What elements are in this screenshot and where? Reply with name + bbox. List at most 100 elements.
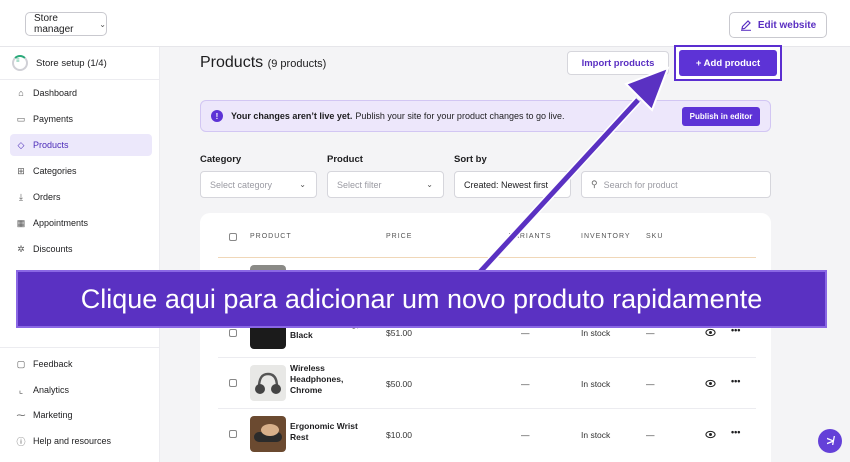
chat-icon: ▢ xyxy=(16,358,26,369)
eye-icon[interactable] xyxy=(705,429,716,440)
category-placeholder: Select category xyxy=(210,179,273,190)
column-header-variants: VARIANTS xyxy=(509,233,552,240)
sidebar-item-discounts[interactable]: ✲ Discounts xyxy=(10,238,152,260)
sidebar-item-products[interactable]: ◇ Products xyxy=(10,134,152,156)
store-selector[interactable]: Store manager ⌄ xyxy=(25,12,107,36)
sidebar-item-appointments[interactable]: ▦ Appointments xyxy=(10,212,152,234)
sidebar-item-categories[interactable]: ⊞ Categories xyxy=(10,160,152,182)
product-filter-select[interactable]: Select filter ⌄ xyxy=(327,171,444,198)
product-variants: — xyxy=(521,379,530,389)
product-inventory: In stock xyxy=(581,379,611,389)
calendar-icon: ▦ xyxy=(16,217,26,228)
sidebar-item-label: Help and resources xyxy=(33,436,112,446)
category-select[interactable]: Select category ⌄ xyxy=(200,171,317,198)
add-product-highlight: + Add product xyxy=(674,45,782,81)
product-name-line: Headphones, xyxy=(290,374,344,384)
product-inventory: In stock xyxy=(581,328,611,338)
product-sku: — xyxy=(646,328,655,338)
top-bar: Store manager ⌄ Edit website xyxy=(0,0,850,47)
progress-ring-icon: ≡ xyxy=(12,55,28,71)
store-setup[interactable]: ≡ Store setup (1/4) xyxy=(12,55,107,71)
product-name[interactable]: Ergonomic Wrist Rest xyxy=(290,421,365,443)
sidebar-item-orders[interactable]: ⤓ Orders xyxy=(10,186,152,208)
card-icon: ▭ xyxy=(16,113,26,124)
more-options-icon[interactable]: ••• xyxy=(731,427,740,437)
product-name[interactable]: Wireless Headphones, Chrome xyxy=(290,363,365,396)
select-all-checkbox[interactable] xyxy=(229,233,237,241)
eye-icon[interactable] xyxy=(705,327,716,338)
product-name-line: Wireless xyxy=(290,363,325,373)
row-checkbox[interactable] xyxy=(229,379,237,387)
chart-icon: ⌞ xyxy=(18,384,24,395)
row-divider xyxy=(218,408,756,409)
sidebar: ≡ Store setup (1/4) ⌂ Dashboard ▭ Paymen… xyxy=(0,47,160,462)
trend-icon: ⁓ xyxy=(16,409,26,420)
download-icon: ⤓ xyxy=(19,191,23,202)
sidebar-item-help[interactable]: ⓘ Help and resources xyxy=(10,430,152,452)
info-icon: ! xyxy=(211,110,223,122)
publish-in-editor-button[interactable]: Publish in editor xyxy=(682,107,760,126)
sort-select[interactable]: Created: Newest first ⌄ xyxy=(454,171,571,198)
column-header-product: PRODUCT xyxy=(250,233,292,240)
assistant-icon[interactable]: ≯ xyxy=(818,429,842,453)
product-variants: — xyxy=(521,328,530,338)
sidebar-item-label: Dashboard xyxy=(33,88,78,98)
product-filter-placeholder: Select filter xyxy=(337,179,382,190)
column-header-price: PRICE xyxy=(386,233,413,240)
eye-icon[interactable] xyxy=(705,378,716,389)
search-icon: ⚲ xyxy=(591,179,598,189)
row-divider xyxy=(218,257,756,258)
sidebar-item-marketing[interactable]: ⁓ Marketing xyxy=(10,404,152,426)
sidebar-item-label: Payments xyxy=(33,114,74,124)
column-header-sku: SKU xyxy=(646,233,664,240)
chevron-down-icon: ⌄ xyxy=(426,180,433,189)
sidebar-item-label: Analytics xyxy=(33,385,70,395)
sidebar-item-analytics[interactable]: ⌞ Analytics xyxy=(10,379,152,401)
product-name-line: Chrome xyxy=(290,385,323,395)
sidebar-item-label: Orders xyxy=(33,192,61,202)
row-checkbox[interactable] xyxy=(229,329,237,337)
add-product-button[interactable]: + Add product xyxy=(679,50,777,76)
main-content: Products (9 products) Import products + … xyxy=(160,45,850,462)
app-frame: Store manager ⌄ Edit website ≡ Store set… xyxy=(0,0,850,462)
category-label: Category xyxy=(200,154,242,165)
sort-label: Sort by xyxy=(454,154,487,165)
edit-website-button[interactable]: Edit website xyxy=(729,12,827,38)
help-icon: ⓘ xyxy=(16,436,26,447)
divider xyxy=(0,79,160,80)
sort-value: Created: Newest first xyxy=(464,179,549,190)
page-title: Products (9 products) xyxy=(200,54,326,72)
more-options-icon[interactable]: ••• xyxy=(731,376,740,386)
product-name-line: Ergonomic Wrist xyxy=(290,421,358,431)
banner-text: Publish your site for your product chang… xyxy=(355,111,565,121)
product-inventory: In stock xyxy=(581,430,611,440)
product-sku: — xyxy=(646,379,655,389)
sidebar-item-label: Products xyxy=(33,140,69,150)
sidebar-item-dashboard[interactable]: ⌂ Dashboard xyxy=(10,82,152,104)
row-divider xyxy=(218,357,756,358)
row-checkbox[interactable] xyxy=(229,430,237,438)
home-icon: ⌂ xyxy=(18,88,24,98)
search-input[interactable]: ⚲ Search for product xyxy=(581,171,771,198)
product-count: (9 products) xyxy=(267,58,327,70)
product-price: $50.00 xyxy=(386,379,412,389)
divider xyxy=(0,347,160,348)
sidebar-item-label: Feedback xyxy=(33,359,73,369)
product-variants: — xyxy=(521,430,530,440)
import-products-button[interactable]: Import products xyxy=(567,51,669,75)
sidebar-item-label: Categories xyxy=(33,166,77,176)
chevron-down-icon: ⌄ xyxy=(553,180,560,189)
column-header-inventory: INVENTORY xyxy=(581,233,631,240)
product-price: $10.00 xyxy=(386,430,412,440)
sidebar-item-payments[interactable]: ▭ Payments xyxy=(10,108,152,130)
tag-icon: ◇ xyxy=(17,139,25,150)
discount-icon: ✲ xyxy=(17,243,25,254)
sidebar-item-label: Appointments xyxy=(33,218,89,228)
sidebar-item-label: Discounts xyxy=(33,244,73,254)
sidebar-item-label: Marketing xyxy=(33,410,73,420)
store-selector-label: Store manager xyxy=(34,13,74,35)
grid-icon: ⊞ xyxy=(17,165,25,176)
unpublished-banner: ! Your changes aren’t live yet. Publish … xyxy=(200,100,771,132)
sidebar-item-feedback[interactable]: ▢ Feedback xyxy=(10,353,152,375)
products-table: PRODUCT PRICE VARIANTS INVENTORY SKU Noi… xyxy=(200,213,771,462)
